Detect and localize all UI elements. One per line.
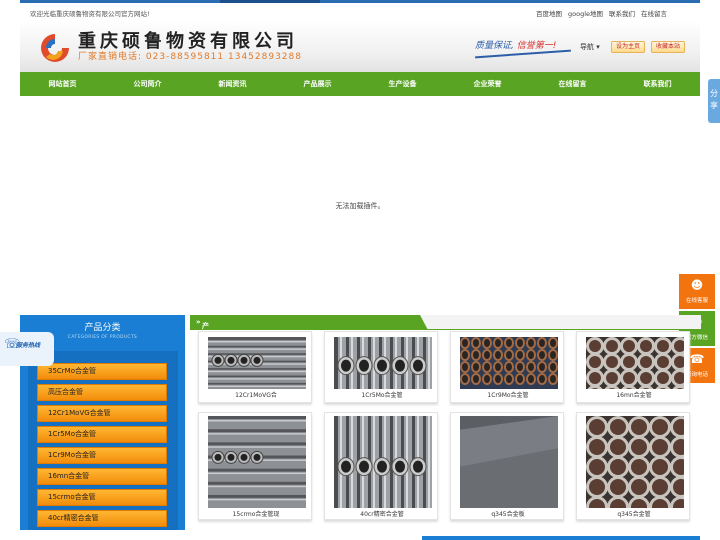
plugin-error-message: 无法加载插件。 <box>335 202 385 210</box>
company-logo-icon[interactable] <box>38 31 72 65</box>
chevron-down-icon: ▾ <box>596 43 600 51</box>
steel-plate-photo[interactable] <box>460 416 558 508</box>
slogan: 质量保证, 信誉第一! <box>475 38 556 51</box>
product-card[interactable]: 12Cr1MoVG合 <box>198 331 312 403</box>
sidebar-item-1cr9mo[interactable]: 1Cr9Mo合金管 <box>37 447 167 464</box>
nav-item-home[interactable]: 网站首页 <box>20 72 105 96</box>
product-card[interactable]: q345合金管 <box>576 412 690 520</box>
top-link-message[interactable]: 在线留言 <box>641 8 667 18</box>
share-tab[interactable]: 分享 <box>708 79 720 123</box>
products-heading: » 产品展示 <box>196 318 209 330</box>
nav-item-equipment[interactable]: 生产设备 <box>360 72 445 96</box>
nav-item-message[interactable]: 在线留言 <box>530 72 615 96</box>
product-caption[interactable]: 1Cr9Mo合金管 <box>451 390 565 399</box>
nav-item-honors[interactable]: 企业荣誉 <box>445 72 530 96</box>
top-links: 百度地图 google地图 联系我们 在线留言 <box>536 8 667 18</box>
qq-icon: ☻ <box>690 278 704 292</box>
slogan-quality: 质量保证, <box>475 41 514 51</box>
service-hotline-label: 服务热线 <box>16 342 41 349</box>
product-card[interactable]: 15crmo合金管现 <box>198 412 312 520</box>
product-caption[interactable]: q345合金板 <box>451 509 565 518</box>
product-card[interactable]: 40cr精密合金管 <box>324 412 438 520</box>
product-caption[interactable]: 40cr精密合金管 <box>325 509 439 518</box>
top-link-baidu-map[interactable]: 百度地图 <box>536 8 562 18</box>
nav-item-contact[interactable]: 联系我们 <box>615 72 700 96</box>
nav-dropdown[interactable]: 导航 ▾ <box>580 42 600 52</box>
nav-item-news[interactable]: 新闻资讯 <box>190 72 275 96</box>
product-caption[interactable]: 16mn合金管 <box>577 390 691 399</box>
product-card[interactable]: 1Cr5Mo合金管 <box>324 331 438 403</box>
sidebar-item-12cr1movg[interactable]: 12Cr1MoVG合金管 <box>37 405 167 422</box>
slogan-credit: 信誉第一! <box>516 41 557 51</box>
share-tab-label: 分享 <box>710 89 718 110</box>
pipe-stack-photo[interactable] <box>334 337 432 389</box>
nav-item-about[interactable]: 公司简介 <box>105 72 190 96</box>
product-caption[interactable]: 12Cr1MoVG合 <box>199 390 313 399</box>
add-favorite-button[interactable]: 收藏本站 <box>651 41 686 53</box>
nav-item-products[interactable]: 产品展示 <box>275 72 360 96</box>
header: 重庆硕鲁物资有限公司 厂家直销电话: 023-88595811 13452893… <box>20 21 700 73</box>
float-qq-label: 在线客服 <box>685 298 708 304</box>
pipe-bundle-photo[interactable] <box>208 337 306 389</box>
nav-dropdown-label: 导航 <box>580 43 594 51</box>
service-hotline-badge[interactable]: ☏ 服务热线 <box>0 332 54 366</box>
pipe-rows-photo[interactable] <box>460 337 558 389</box>
product-caption[interactable]: 1Cr5Mo合金管 <box>325 390 439 399</box>
hotline-text: 厂家直销电话: 023-88595811 13452893288 <box>78 52 302 62</box>
pipe-bundle-photo[interactable] <box>208 416 306 508</box>
pipe-ends-photo[interactable] <box>586 416 684 508</box>
product-card[interactable]: 1Cr9Mo合金管 <box>450 331 564 403</box>
product-caption[interactable]: q345合金管 <box>577 509 691 518</box>
sidebar-item-16mn[interactable]: 16mn合金管 <box>37 468 167 485</box>
sidebar-item-high-pressure[interactable]: 高压合金管 <box>37 384 167 401</box>
sidebar-item-15crmo[interactable]: 15crmo合金管 <box>37 489 167 506</box>
top-link-google-map[interactable]: google地图 <box>568 8 603 18</box>
main-nav: 网站首页 公司简介 新闻资讯 产品展示 生产设备 企业荣誉 在线留言 联系我们 <box>20 72 700 96</box>
sidebar-item-35crmo[interactable]: 35CrMo合金管 <box>37 363 167 380</box>
product-card[interactable]: q345合金板 <box>450 412 564 520</box>
product-caption[interactable]: 15crmo合金管现 <box>199 509 313 518</box>
top-bar: 欢迎光临重庆硕鲁物资有限公司官方网站! 百度地图 google地图 联系我们 在… <box>20 3 700 21</box>
pipe-stack-photo[interactable] <box>334 416 432 508</box>
float-qq-button[interactable]: ☻ 在线客服 <box>679 274 715 309</box>
bottom-accent-line <box>422 536 700 540</box>
page: 欢迎光临重庆硕鲁物资有限公司官方网站! 百度地图 google地图 联系我们 在… <box>0 0 720 540</box>
sidebar-item-1cr5mo[interactable]: 1Cr5Mo合金管 <box>37 426 167 443</box>
welcome-text: 欢迎光临重庆硕鲁物资有限公司官方网站! <box>30 10 150 18</box>
set-homepage-button[interactable]: 设为主页 <box>611 41 646 53</box>
top-link-contact[interactable]: 联系我们 <box>609 8 635 18</box>
product-card[interactable]: 16mn合金管 <box>576 331 690 403</box>
products-tab: » 产品展示 <box>190 315 428 330</box>
pipe-ends-photo[interactable] <box>586 337 684 389</box>
sidebar-item-40cr[interactable]: 40cr精密合金管 <box>37 510 167 527</box>
